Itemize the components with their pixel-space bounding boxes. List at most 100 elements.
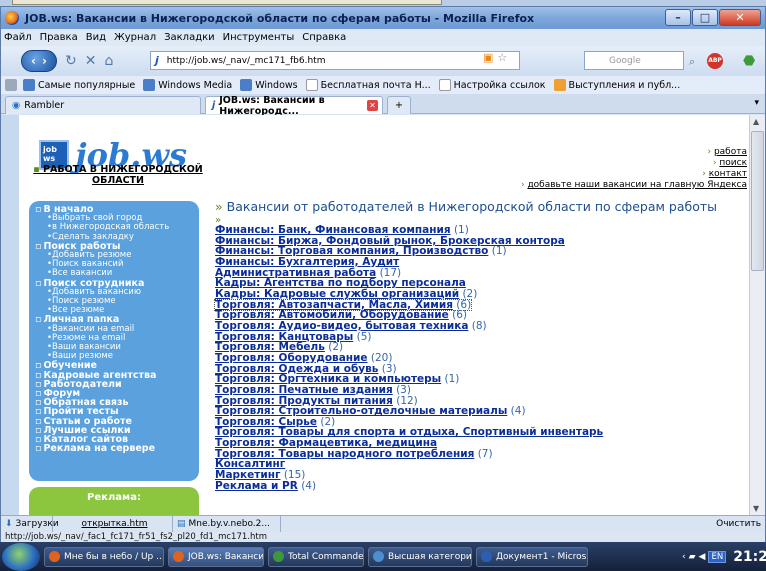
- sidebar-section-link[interactable]: Реклама на сервере: [35, 444, 193, 454]
- tab-job-ws[interactable]: j JOB.ws: Вакансии в Нижегородс... ✕: [205, 95, 383, 117]
- system-tray: ‹ ▰ ◀ EN 21:28: [676, 542, 766, 571]
- back-icon[interactable]: ‹: [31, 54, 36, 68]
- address-bar[interactable]: j http://job.ws/_nav/_mc171_fb6.htm: [150, 51, 520, 70]
- category-count: (5): [356, 330, 372, 343]
- arrow-icon: ›: [520, 180, 525, 190]
- bookmark-customize-links[interactable]: Настройка ссылок: [438, 79, 546, 91]
- rss-icon[interactable]: ▣: [483, 51, 493, 64]
- downloads-label[interactable]: ⬇ Загрузки: [1, 516, 59, 532]
- bookmark-free-mail[interactable]: Бесплатная почта H...: [305, 79, 431, 91]
- windows-media-icon: [143, 79, 156, 91]
- audio-icon: [373, 551, 384, 562]
- menu-tools[interactable]: Инструменты: [223, 32, 295, 43]
- adblock-icon[interactable]: ABP: [707, 53, 723, 69]
- rambler-icon: ◉: [12, 100, 21, 111]
- link-search[interactable]: поиск: [719, 158, 747, 168]
- ad-box: Реклама:: [29, 487, 199, 515]
- browser-window: JOB.ws: Вакансии в Нижегородской области…: [0, 6, 766, 544]
- arrow-icon: ›: [707, 147, 712, 157]
- bookmark-speeches[interactable]: Выступления и публ...: [553, 79, 680, 91]
- download-item[interactable]: ▤ Mne.by.v.nebo.2...: [173, 516, 281, 532]
- stop-icon[interactable]: ✕: [85, 53, 97, 69]
- url-text[interactable]: http://job.ws/_nav/_mc171_fb6.htm: [167, 56, 326, 66]
- addon-icon[interactable]: ⬣: [743, 53, 755, 69]
- category-count: (8): [471, 319, 487, 332]
- menu-history[interactable]: Журнал: [114, 32, 156, 43]
- background-window-edge: [12, 0, 442, 5]
- new-tab-button[interactable]: +: [387, 96, 411, 114]
- reload-icon[interactable]: ↻: [65, 53, 77, 69]
- tab-list-icon[interactable]: ▾: [754, 98, 759, 108]
- category-link[interactable]: Реклама и PR: [215, 480, 298, 492]
- firefox-icon: [173, 551, 184, 562]
- tab-rambler[interactable]: ◉ Rambler: [5, 96, 201, 114]
- task-item[interactable]: Документ1 - Micros...: [476, 546, 588, 567]
- total-commander-icon: [273, 551, 284, 562]
- volume-icon[interactable]: ◀: [699, 552, 706, 562]
- bookmarks-menu-icon[interactable]: [5, 79, 17, 91]
- link-work[interactable]: работа: [714, 147, 747, 157]
- category-row: Реклама и PR (4): [215, 479, 745, 492]
- language-indicator[interactable]: EN: [708, 550, 727, 563]
- firefox-icon: [49, 551, 60, 562]
- page-content: job ws job.ws ▪ РАБОТА В НИЖЕГОРОДСКОЙ О…: [19, 115, 749, 515]
- sidebar-menu: В началоВыбрать свой городв Нижегородска…: [29, 201, 199, 481]
- clear-downloads-button[interactable]: Очистить: [716, 519, 761, 529]
- bookmark-most-visited[interactable]: Самые популярные: [23, 79, 135, 91]
- vertical-scrollbar[interactable]: ▲ ▼: [749, 115, 765, 515]
- link-contact[interactable]: контакт: [709, 169, 747, 179]
- bookmark-windows[interactable]: Windows: [240, 79, 298, 91]
- search-icon[interactable]: ⌕: [689, 55, 695, 69]
- minimize-button[interactable]: –: [665, 9, 691, 26]
- close-button[interactable]: ✕: [719, 9, 761, 26]
- menu-file[interactable]: Файл: [4, 32, 32, 43]
- site-favicon-icon: j: [155, 54, 159, 67]
- region-link[interactable]: ▪ РАБОТА В НИЖЕГОРОДСКОЙ ОБЛАСТИ: [33, 164, 203, 186]
- tab-close-icon[interactable]: ✕: [367, 100, 378, 111]
- download-icon: ⬇: [5, 519, 13, 529]
- title-bar[interactable]: JOB.ws: Вакансии в Нижегородской области…: [1, 7, 765, 29]
- category-count: (7): [477, 447, 493, 460]
- menu-view[interactable]: Вид: [86, 32, 106, 43]
- clock[interactable]: 21:28: [733, 549, 766, 565]
- bookmark-star-icon[interactable]: ☆: [497, 51, 507, 64]
- navigation-toolbar: ‹ › ↻ ✕ ⌂ j http://job.ws/_nav/_mc171_fb6…: [1, 46, 765, 76]
- scroll-down-icon[interactable]: ▼: [753, 504, 759, 513]
- window-controls: – □ ✕: [665, 9, 761, 26]
- menu-bookmarks[interactable]: Закладки: [164, 32, 215, 43]
- search-input[interactable]: Google: [584, 51, 684, 70]
- network-icon[interactable]: ▰: [689, 552, 696, 562]
- category-count: (4): [301, 479, 317, 492]
- maximize-button[interactable]: □: [692, 9, 718, 26]
- download-item[interactable]: открытка.htm: [53, 516, 173, 532]
- tray-arrow-icon[interactable]: ‹: [682, 552, 686, 562]
- arrow-icon: ›: [712, 158, 717, 168]
- task-item[interactable]: Мне бы в небо / Up ...: [44, 546, 164, 567]
- scroll-thumb[interactable]: [751, 131, 764, 271]
- forward-icon[interactable]: ›: [42, 54, 47, 68]
- menu-help[interactable]: Справка: [302, 32, 346, 43]
- window-title: JOB.ws: Вакансии в Нижегородской области…: [25, 11, 535, 25]
- category-row: Торговля: Товары народного потребления (…: [215, 447, 745, 460]
- task-item[interactable]: JOB.ws: Вакансии ...: [168, 546, 264, 567]
- left-margin: [1, 115, 19, 515]
- start-button[interactable]: [2, 542, 40, 571]
- task-item[interactable]: Высшая категория: [368, 546, 472, 567]
- back-forward-button[interactable]: ‹ ›: [21, 50, 57, 72]
- category-list: Финансы: Банк, Финансовая компания (1) Фи…: [213, 225, 745, 492]
- bookmark-windows-media[interactable]: Windows Media: [143, 79, 232, 91]
- home-icon[interactable]: ⌂: [104, 53, 113, 69]
- downloads-bar: ⬇ Загрузки открытка.htm ▤ Mne.by.v.nebo.2.…: [1, 515, 765, 532]
- link-add-yandex[interactable]: добавьте наши вакансии на главную Яндекс…: [527, 180, 747, 190]
- search-placeholder: Google: [609, 55, 641, 66]
- category-count: (1): [444, 373, 460, 386]
- windows-icon: [240, 79, 253, 91]
- page-title: » Вакансии от работодателей в Нижегородск…: [215, 199, 718, 214]
- folder-icon: [23, 79, 35, 91]
- task-item[interactable]: Total Commander 7...: [268, 546, 364, 567]
- page-icon: [305, 79, 318, 91]
- page-icon: [438, 79, 451, 91]
- taskbar: Мне бы в небо / Up ... JOB.ws: Вакансии …: [0, 542, 766, 571]
- menu-edit[interactable]: Правка: [40, 32, 78, 43]
- scroll-up-icon[interactable]: ▲: [753, 117, 759, 126]
